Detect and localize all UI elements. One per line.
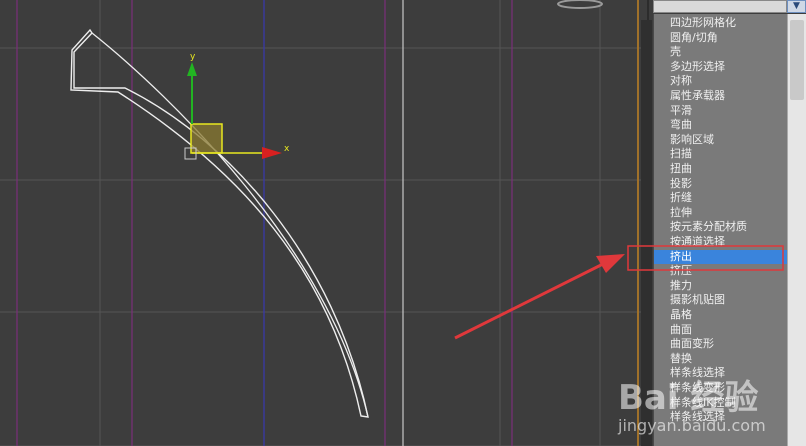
modifier-list-item[interactable]: 圆角/切角 — [654, 31, 788, 46]
axis-x-label: x — [284, 144, 290, 154]
modifier-list-item[interactable]: 拉伸 — [654, 206, 788, 221]
modifier-list-item[interactable]: 投影 — [654, 177, 788, 192]
modifier-list-item[interactable]: 挤压 — [654, 264, 788, 279]
modifier-list-item[interactable]: 按通道选择 — [654, 235, 788, 250]
modifier-list-item[interactable]: 多边形选择 — [654, 60, 788, 75]
modifier-list-item[interactable]: 折缝 — [654, 191, 788, 206]
modifier-list-item[interactable]: 摄影机贴图 — [654, 293, 788, 308]
modifier-list-item[interactable]: 属性承载器 — [654, 89, 788, 104]
modifier-list-item[interactable]: 替换 — [654, 352, 788, 367]
combo-dropdown-button[interactable]: ▼ — [787, 0, 806, 13]
modifier-list-item[interactable]: 曲面 — [654, 323, 788, 338]
modifier-list-item[interactable]: 推力 — [654, 279, 788, 294]
transform-gizmo: y x — [184, 52, 290, 160]
modifier-list-item[interactable]: 影响区域 — [654, 133, 788, 148]
modifier-list-item[interactable]: 扭曲 — [654, 162, 788, 177]
watermark-url: jingyan.baidu.com — [618, 416, 766, 435]
spline-shape — [70, 28, 369, 418]
scroll-thumb[interactable] — [790, 20, 804, 100]
baidu-watermark: Bai 经验 jingyan.baidu.com — [618, 370, 806, 446]
modifier-list-item[interactable]: 弯曲 — [654, 118, 788, 133]
modifier-list-item[interactable]: 挤出 — [654, 249, 788, 265]
modifier-list-item[interactable]: 按元素分配材质 — [654, 220, 788, 235]
modifier-list-item[interactable]: 平滑 — [654, 104, 788, 119]
modifier-list-item[interactable]: 晶格 — [654, 308, 788, 323]
watermark-logo: Bai 经验 — [618, 378, 759, 418]
viewport-top-object — [557, 0, 603, 9]
modifier-list-item[interactable]: 扫描 — [654, 147, 788, 162]
modifier-list-item[interactable]: 对称 — [654, 74, 788, 89]
modifier-list-combo[interactable] — [653, 0, 787, 13]
modifier-list-item[interactable]: 壳 — [654, 45, 788, 60]
modifier-list-item[interactable]: 曲面变形 — [654, 337, 788, 352]
axis-y-label: y — [190, 52, 196, 62]
modifier-list-item[interactable]: 四边形网格化 — [654, 16, 788, 31]
spline-shape-inner — [91, 32, 369, 418]
chevron-down-icon: ▼ — [793, 1, 800, 11]
